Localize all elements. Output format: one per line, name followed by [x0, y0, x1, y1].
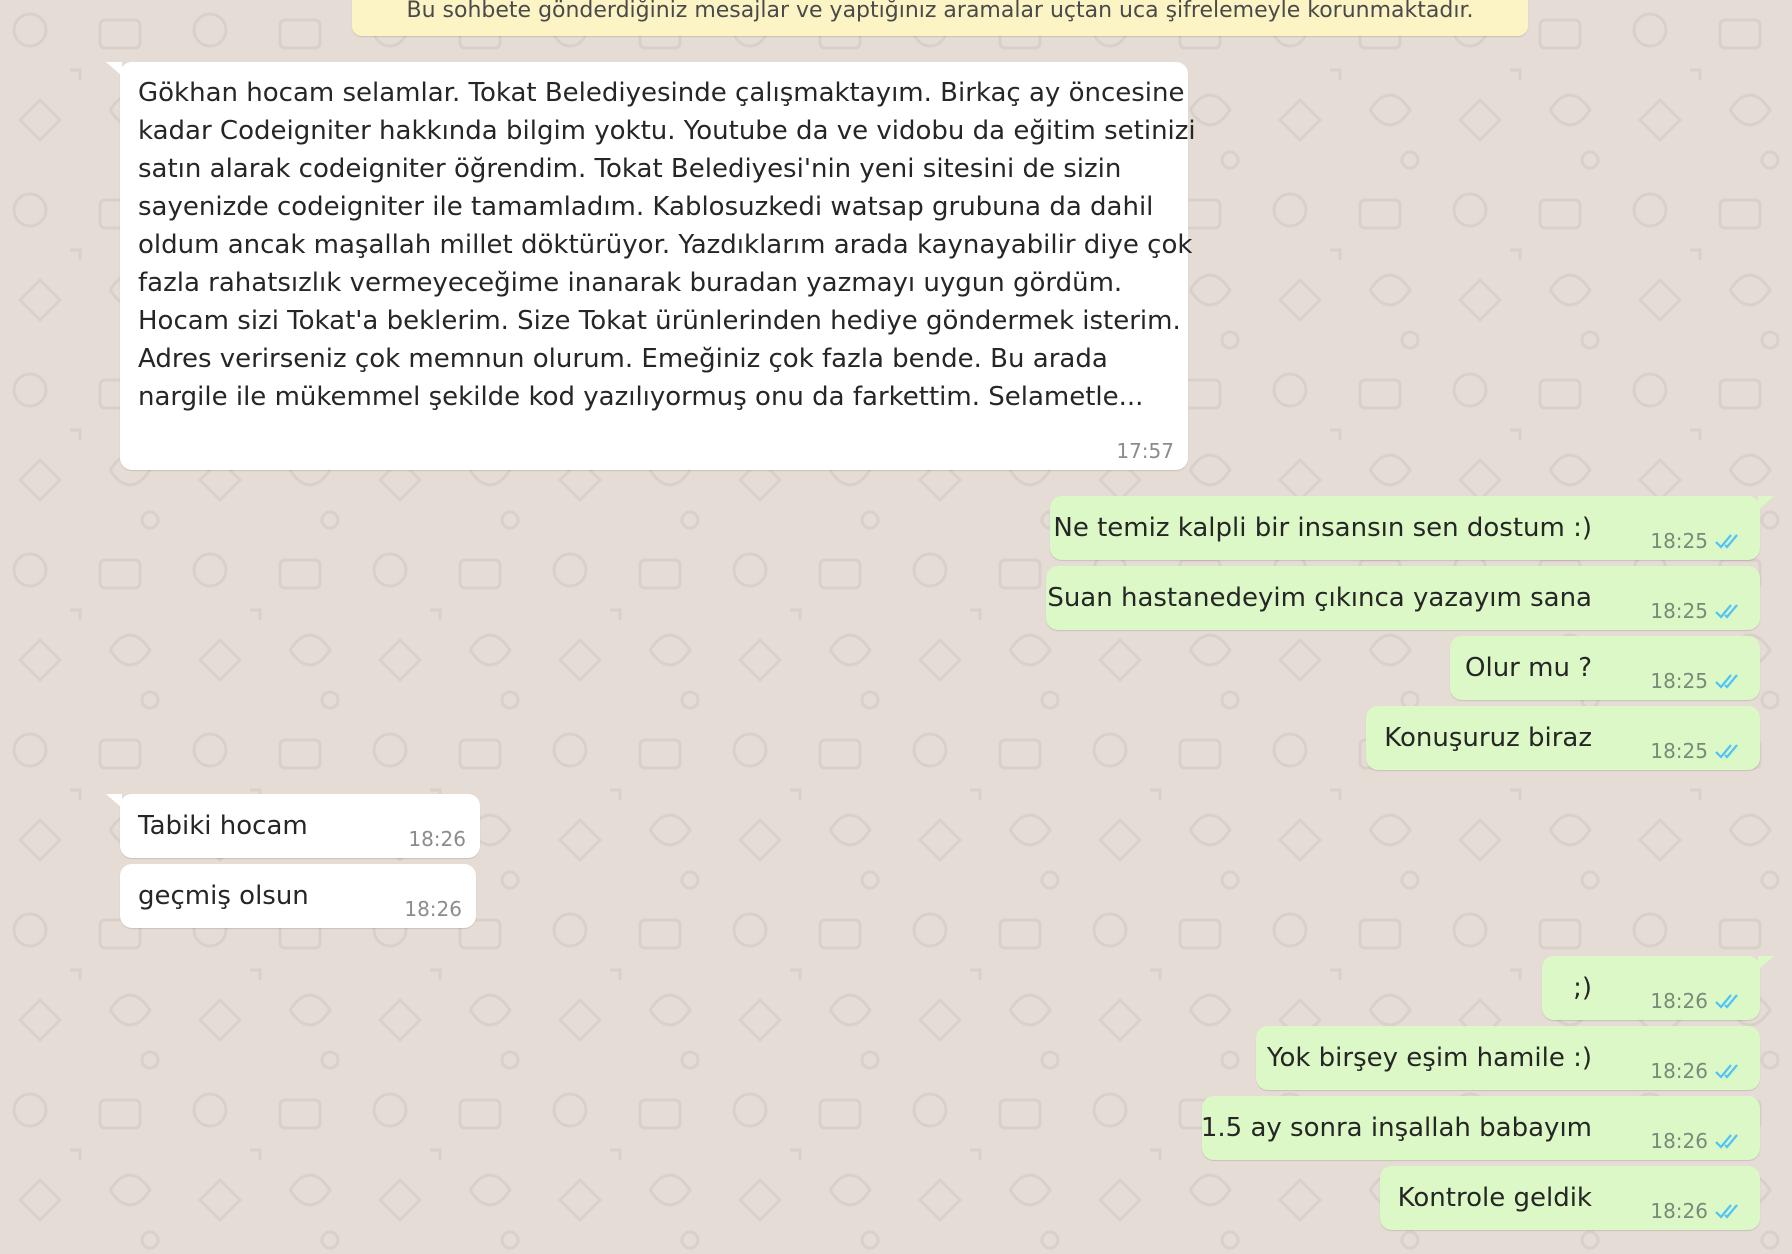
- message-text-line: sayenizde codeigniter ile tamamladım. Ka…: [138, 192, 1154, 222]
- outgoing-message-bubble[interactable]: Ne temiz kalpli bir insansın sen dostum …: [1050, 496, 1774, 560]
- message-time: 18:25: [1650, 669, 1708, 693]
- outgoing-message-bubble[interactable]: 1.5 ay sonra inşallah babayım 18:26: [1200, 1096, 1760, 1160]
- message-text: geçmiş olsun: [138, 881, 309, 911]
- message-time: 18:26: [1650, 989, 1708, 1013]
- message-text: 1.5 ay sonra inşallah babayım: [1200, 1113, 1592, 1143]
- outgoing-message-bubble[interactable]: Yok birşey eşim hamile :) 18:26: [1256, 1026, 1760, 1090]
- message-text: Olur mu ?: [1465, 653, 1592, 683]
- read-receipt-icon: [1715, 1134, 1738, 1149]
- incoming-message-bubble[interactable]: Gökhan hocam selamlar. Tokat Belediyesin…: [106, 62, 1196, 470]
- encryption-notice-banner: Bu sohbete gönderdiğiniz mesajlar ve yap…: [352, 0, 1528, 36]
- message-meta: 18:26: [408, 827, 466, 851]
- message-text: Suan hastanedeyim çıkınca yazayım sana: [1047, 583, 1592, 613]
- message-text: Konuşuruz biraz: [1384, 723, 1592, 753]
- message-text-line: oldum ancak maşallah millet döktürüyor. …: [138, 230, 1193, 260]
- message-meta: 18:26: [1650, 1129, 1744, 1153]
- message-meta: 18:25: [1650, 739, 1744, 763]
- message-time: 18:26: [404, 897, 462, 921]
- outgoing-message-bubble[interactable]: ;) 18:26: [1542, 956, 1774, 1020]
- bubble-tail: [106, 794, 122, 808]
- outgoing-message-bubble[interactable]: Olur mu ? 18:25: [1450, 636, 1760, 700]
- bubble-tail: [1758, 956, 1774, 970]
- message-text: Kontrole geldik: [1397, 1183, 1592, 1213]
- message-meta: 18:26: [1650, 1059, 1744, 1083]
- message-meta: 18:26: [1650, 989, 1744, 1013]
- incoming-message-bubble[interactable]: Tabiki hocam 18:26: [106, 794, 480, 858]
- message-text-line: Adres verirseniz çok memnun olurum. Emeğ…: [138, 344, 1108, 374]
- message-meta: 18:25: [1650, 599, 1744, 623]
- message-time: 18:26: [1650, 1129, 1708, 1153]
- read-receipt-icon: [1715, 674, 1738, 689]
- read-receipt-icon: [1715, 534, 1738, 549]
- message-text-line: fazla rahatsızlık vermeyeceğime inanarak…: [138, 268, 1123, 298]
- message-time: 18:25: [1650, 529, 1708, 553]
- read-receipt-icon: [1715, 604, 1738, 619]
- outgoing-message-bubble[interactable]: Kontrole geldik 18:26: [1380, 1166, 1760, 1230]
- incoming-message-bubble[interactable]: geçmiş olsun 18:26: [120, 864, 476, 928]
- message-time: 18:25: [1650, 599, 1708, 623]
- message-time: 18:25: [1650, 739, 1708, 763]
- message-time: 17:57: [1116, 439, 1174, 463]
- bubble-tail: [1758, 496, 1774, 510]
- message-meta: 17:57: [1116, 439, 1174, 463]
- message-meta: 18:26: [404, 897, 462, 921]
- message-meta: 18:25: [1650, 669, 1744, 693]
- message-text-line: satın alarak codeigniter öğrendim. Tokat…: [138, 154, 1122, 184]
- read-receipt-icon: [1715, 1204, 1738, 1219]
- read-receipt-icon: [1715, 994, 1738, 1009]
- message-text-line: Gökhan hocam selamlar. Tokat Belediyesin…: [138, 78, 1185, 108]
- message-text: Gökhan hocam selamlar. Tokat Belediyesin…: [138, 74, 1196, 416]
- read-receipt-icon: [1715, 744, 1738, 759]
- message-text: Yok birşey eşim hamile :): [1267, 1043, 1592, 1073]
- message-text-line: kadar Codeigniter hakkında bilgim yoktu.…: [138, 116, 1196, 146]
- message-meta: 18:25: [1650, 529, 1744, 553]
- message-meta: 18:26: [1650, 1199, 1744, 1223]
- outgoing-message-bubble[interactable]: Konuşuruz biraz 18:25: [1366, 706, 1760, 770]
- message-text: ;): [1573, 973, 1592, 1003]
- message-time: 18:26: [408, 827, 466, 851]
- read-receipt-icon: [1715, 1064, 1738, 1079]
- bubble-tail: [106, 62, 122, 76]
- outgoing-message-bubble[interactable]: Suan hastanedeyim çıkınca yazayım sana 1…: [1046, 566, 1760, 630]
- message-text: Tabiki hocam: [138, 811, 308, 841]
- message-time: 18:26: [1650, 1199, 1708, 1223]
- message-text-line: Hocam sizi Tokat'a beklerim. Size Tokat …: [138, 306, 1181, 336]
- message-text: Ne temiz kalpli bir insansın sen dostum …: [1053, 513, 1592, 543]
- message-text-line: nargile ile mükemmel şekilde kod yazılıy…: [138, 382, 1144, 412]
- message-time: 18:26: [1650, 1059, 1708, 1083]
